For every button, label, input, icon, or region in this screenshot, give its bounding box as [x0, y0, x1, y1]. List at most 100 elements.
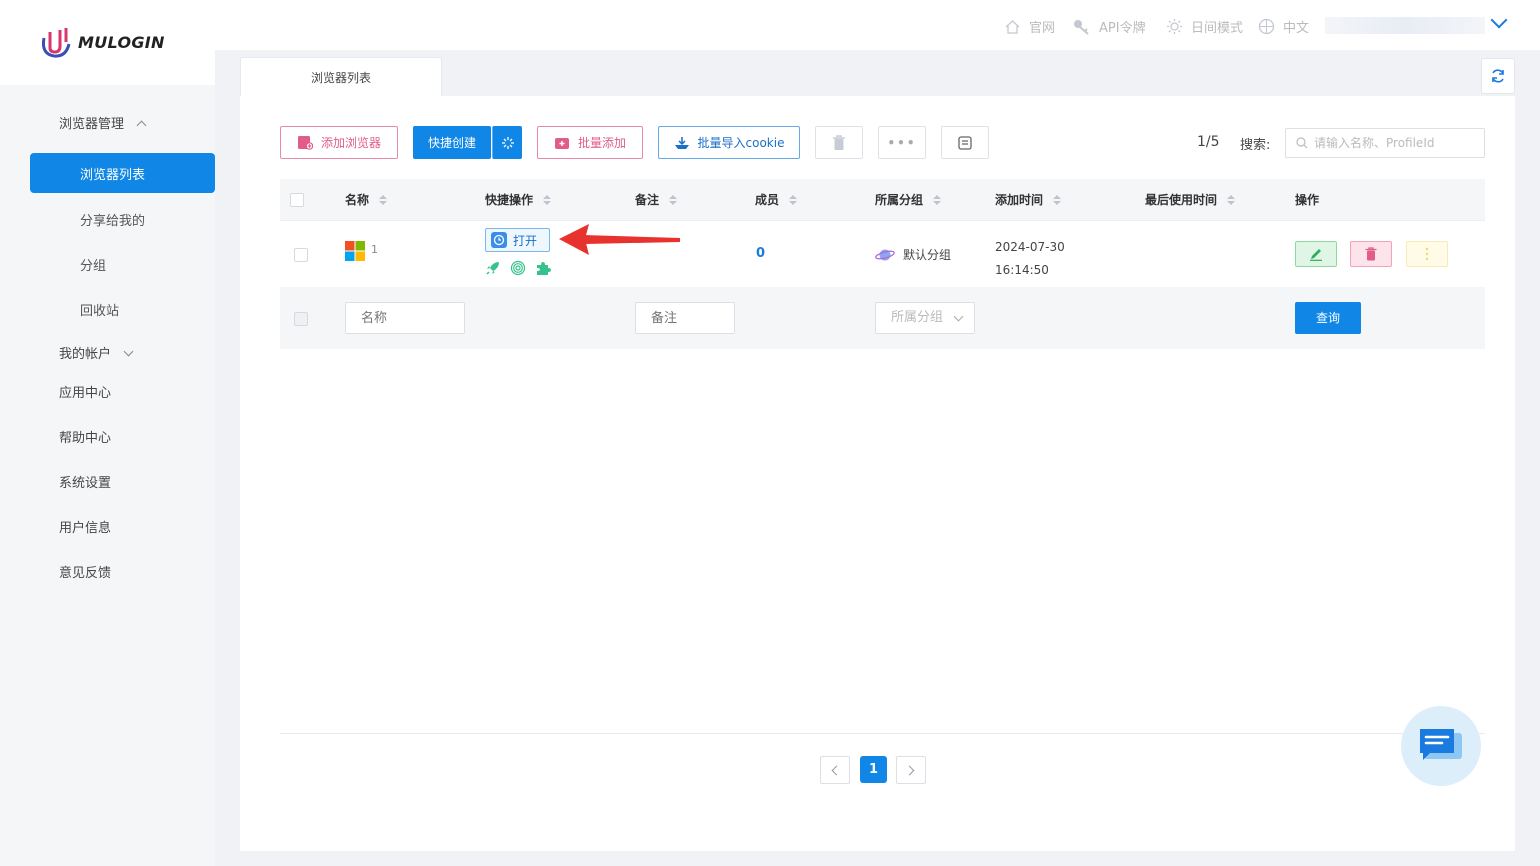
import-icon [674, 136, 689, 149]
filter-checkbox [294, 312, 308, 326]
windows-os-icon [345, 241, 365, 261]
batch-add-icon [554, 137, 569, 149]
delete-button[interactable] [1350, 241, 1392, 267]
column-label: 所属分组 [875, 193, 924, 207]
search-box[interactable] [1285, 128, 1485, 158]
sidebar-item-label: 浏览器列表 [80, 168, 146, 183]
row-checkbox[interactable] [294, 248, 308, 262]
added-clock: 16:14:50 [995, 263, 1049, 277]
batch-import-cookie-button[interactable]: 批量导入cookie [658, 126, 800, 159]
extension-puzzle-icon[interactable] [535, 260, 551, 276]
logo-area: MULOGIN [0, 0, 215, 85]
column-settings-button[interactable] [941, 126, 989, 159]
rocket-icon[interactable] [485, 260, 501, 276]
quick-create-button[interactable]: 快捷创建 [413, 126, 491, 159]
chat-icon [1420, 729, 1462, 760]
browser-open-icon [491, 232, 507, 248]
annotation-arrow-icon [559, 224, 680, 255]
column-label: 名称 [345, 193, 370, 207]
sidebar-item-help[interactable]: 帮助中心 [59, 427, 111, 446]
group-filter-select[interactable]: 所属分组 [875, 302, 975, 334]
header-link-label: 日间模式 [1191, 21, 1244, 36]
column-header-added-time[interactable]: 添加时间 [995, 191, 1062, 208]
query-button[interactable]: 查询 [1295, 302, 1361, 334]
sidebar-item-label: 浏览器管理 [59, 117, 125, 132]
sort-icon[interactable] [1227, 194, 1236, 205]
members-count[interactable]: 0 [756, 246, 765, 261]
next-page-button[interactable] [896, 756, 926, 784]
header-link-label: 中文 [1283, 21, 1310, 36]
column-header-group[interactable]: 所属分组 [875, 191, 942, 208]
sort-icon[interactable] [933, 194, 942, 205]
chat-support-button[interactable] [1401, 706, 1481, 786]
button-label: 打开 [513, 233, 538, 248]
header-link-official-site[interactable]: 官网 [1004, 17, 1055, 36]
sort-icon[interactable] [1053, 194, 1062, 205]
row-more-button[interactable] [1406, 241, 1448, 267]
sidebar-item-shared[interactable]: 分享给我的 [80, 210, 145, 229]
more-horizontal-icon: ••• [887, 135, 917, 150]
column-header-members[interactable]: 成员 [755, 191, 798, 208]
page-number-current[interactable]: 1 [860, 756, 887, 783]
remark-filter-input[interactable] [635, 302, 735, 334]
sidebar-item-my-account[interactable]: 我的帐户 [59, 343, 134, 362]
add-browser-icon [297, 136, 313, 150]
chevron-down-icon [953, 311, 964, 322]
search-label: 搜索: [1240, 138, 1271, 153]
sidebar-item-user-info[interactable]: 用户信息 [59, 517, 111, 536]
column-header-quick-ops[interactable]: 快捷操作 [485, 191, 552, 208]
sidebar-item-feedback[interactable]: 意见反馈 [59, 562, 111, 581]
header-link-language[interactable]: 中文 [1258, 17, 1309, 36]
browser-name[interactable]: 1 [371, 243, 378, 256]
column-header-actions: 操作 [1295, 191, 1319, 208]
chevron-left-icon [831, 765, 842, 775]
sort-icon[interactable] [543, 194, 552, 205]
fingerprint-icon[interactable] [510, 260, 526, 276]
open-browser-button[interactable]: 打开 [485, 228, 550, 252]
header-link-api-token[interactable]: API令牌 [1072, 17, 1146, 36]
column-header-last-used[interactable]: 最后使用时间 [1145, 191, 1236, 208]
more-options-button[interactable]: ••• [878, 126, 926, 159]
tab-browser-list[interactable]: 浏览器列表 [240, 57, 442, 97]
sidebar-item-browser-list[interactable]: 浏览器列表 [30, 153, 215, 193]
quick-create-options-button[interactable] [492, 126, 522, 159]
select-all-checkbox[interactable] [290, 193, 304, 207]
sort-icon[interactable] [669, 194, 678, 205]
more-vertical-icon [1425, 247, 1429, 261]
chevron-up-icon [136, 120, 147, 131]
header-link-label: API令牌 [1099, 21, 1146, 36]
sort-icon[interactable] [379, 194, 388, 205]
column-label: 操作 [1295, 193, 1320, 207]
sidebar-item-browser-mgmt[interactable]: 浏览器管理 [59, 113, 147, 132]
batch-add-button[interactable]: 批量添加 [537, 126, 643, 159]
edit-button[interactable] [1295, 241, 1337, 267]
header-link-label: 官网 [1029, 21, 1056, 36]
sort-icon[interactable] [789, 194, 798, 205]
group-name: 默认分组 [903, 248, 952, 262]
globe-icon [1258, 18, 1275, 35]
refresh-button[interactable] [1481, 58, 1515, 94]
chevron-right-icon [904, 765, 915, 775]
user-account-blurred[interactable] [1325, 17, 1485, 34]
group-filter-label: 所属分组 [891, 310, 944, 325]
button-label: 添加浏览器 [320, 136, 381, 150]
sidebar-item-settings[interactable]: 系统设置 [59, 472, 111, 491]
header-link-day-mode[interactable]: 日间模式 [1166, 17, 1243, 36]
add-browser-button[interactable]: 添加浏览器 [280, 126, 398, 159]
sidebar: MULOGIN 浏览器管理 浏览器列表 分享给我的 分组 回收站 我的帐户 应用… [0, 0, 215, 866]
name-filter-input[interactable] [345, 302, 465, 334]
sidebar-item-label: 我的帐户 [59, 347, 112, 362]
delete-selected-button[interactable] [815, 126, 863, 159]
added-date: 2024-07-30 [995, 240, 1065, 254]
mulogin-logo-icon [42, 28, 71, 58]
sidebar-item-recycle[interactable]: 回收站 [80, 300, 119, 319]
sidebar-item-app-center[interactable]: 应用中心 [59, 382, 111, 401]
column-header-remark[interactable]: 备注 [635, 191, 678, 208]
chevron-down-icon[interactable] [1490, 11, 1508, 29]
divider [280, 733, 1485, 734]
search-input[interactable] [1314, 136, 1474, 150]
prev-page-button[interactable] [820, 756, 850, 784]
sidebar-item-groups[interactable]: 分组 [80, 255, 106, 274]
quick-op-icons [485, 260, 551, 276]
column-header-name[interactable]: 名称 [345, 191, 388, 208]
